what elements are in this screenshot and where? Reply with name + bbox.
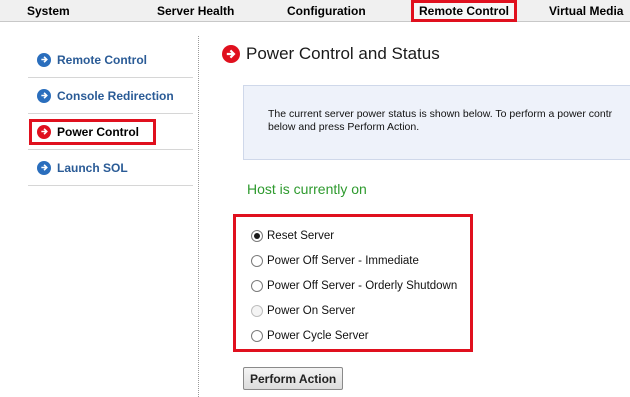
option-label: Power Cycle Server (267, 330, 369, 342)
arrow-right-circle-icon (37, 88, 51, 103)
option-power-off-immediate[interactable]: Power Off Server - Immediate (251, 252, 419, 270)
arrow-right-circle-icon (37, 52, 51, 67)
radio-power-cycle[interactable] (251, 330, 263, 342)
radio-reset-server[interactable] (251, 230, 263, 242)
option-label: Power On Server (267, 305, 356, 317)
arrow-right-circle-icon (37, 160, 51, 175)
page-title: Power Control and Status (246, 44, 440, 63)
option-label: Reset Server (267, 230, 335, 242)
arrow-right-circle-icon (37, 124, 51, 139)
sidebar-item-console-redirection[interactable]: Console Redirection (28, 78, 193, 114)
power-status-text: Host is currently on (247, 181, 367, 197)
sidebar-item-remote-control[interactable]: Remote Control (28, 42, 193, 78)
option-label: Power Off Server - Orderly Shutdown (267, 280, 458, 292)
page-heading: Power Control and Status (222, 44, 440, 64)
power-options-group: Reset Server Power Off Server - Immediat… (233, 214, 473, 352)
radio-power-off-orderly[interactable] (251, 280, 263, 292)
option-reset-server[interactable]: Reset Server (251, 227, 334, 245)
option-power-cycle[interactable]: Power Cycle Server (251, 327, 369, 345)
option-power-on: Power On Server (251, 302, 355, 320)
sidebar-item-power-control[interactable]: Power Control (28, 114, 193, 150)
option-power-off-orderly[interactable]: Power Off Server - Orderly Shutdown (251, 277, 457, 295)
tab-system[interactable]: System (27, 0, 70, 22)
vertical-divider (198, 36, 199, 397)
top-navigation-bar: System Server Health Configuration Remot… (0, 0, 630, 22)
info-panel: The current server power status is shown… (243, 85, 630, 160)
arrow-right-circle-icon (222, 45, 240, 63)
tab-server-health[interactable]: Server Health (157, 0, 234, 22)
info-text: The current server power status is shown… (268, 108, 612, 134)
tab-virtual-media[interactable]: Virtual Media (549, 0, 623, 22)
radio-power-off-immediate[interactable] (251, 255, 263, 267)
tab-configuration[interactable]: Configuration (287, 0, 366, 22)
sidebar-item-label: Launch SOL (57, 160, 128, 175)
tab-remote-control[interactable]: Remote Control (411, 0, 517, 22)
sidebar-item-label: Console Redirection (57, 88, 174, 103)
option-label: Power Off Server - Immediate (267, 255, 419, 267)
sidebar: Remote Control Console Redirection Power… (28, 42, 193, 186)
sidebar-item-launch-sol[interactable]: Launch SOL (28, 150, 193, 186)
info-text-line-1: The current server power status is shown… (268, 108, 613, 120)
info-text-line-2: below and press Perform Action. (268, 121, 420, 133)
radio-power-on (251, 305, 263, 317)
perform-action-button[interactable]: Perform Action (243, 367, 344, 390)
sidebar-item-label: Power Control (57, 124, 140, 139)
sidebar-item-label: Remote Control (57, 52, 147, 67)
